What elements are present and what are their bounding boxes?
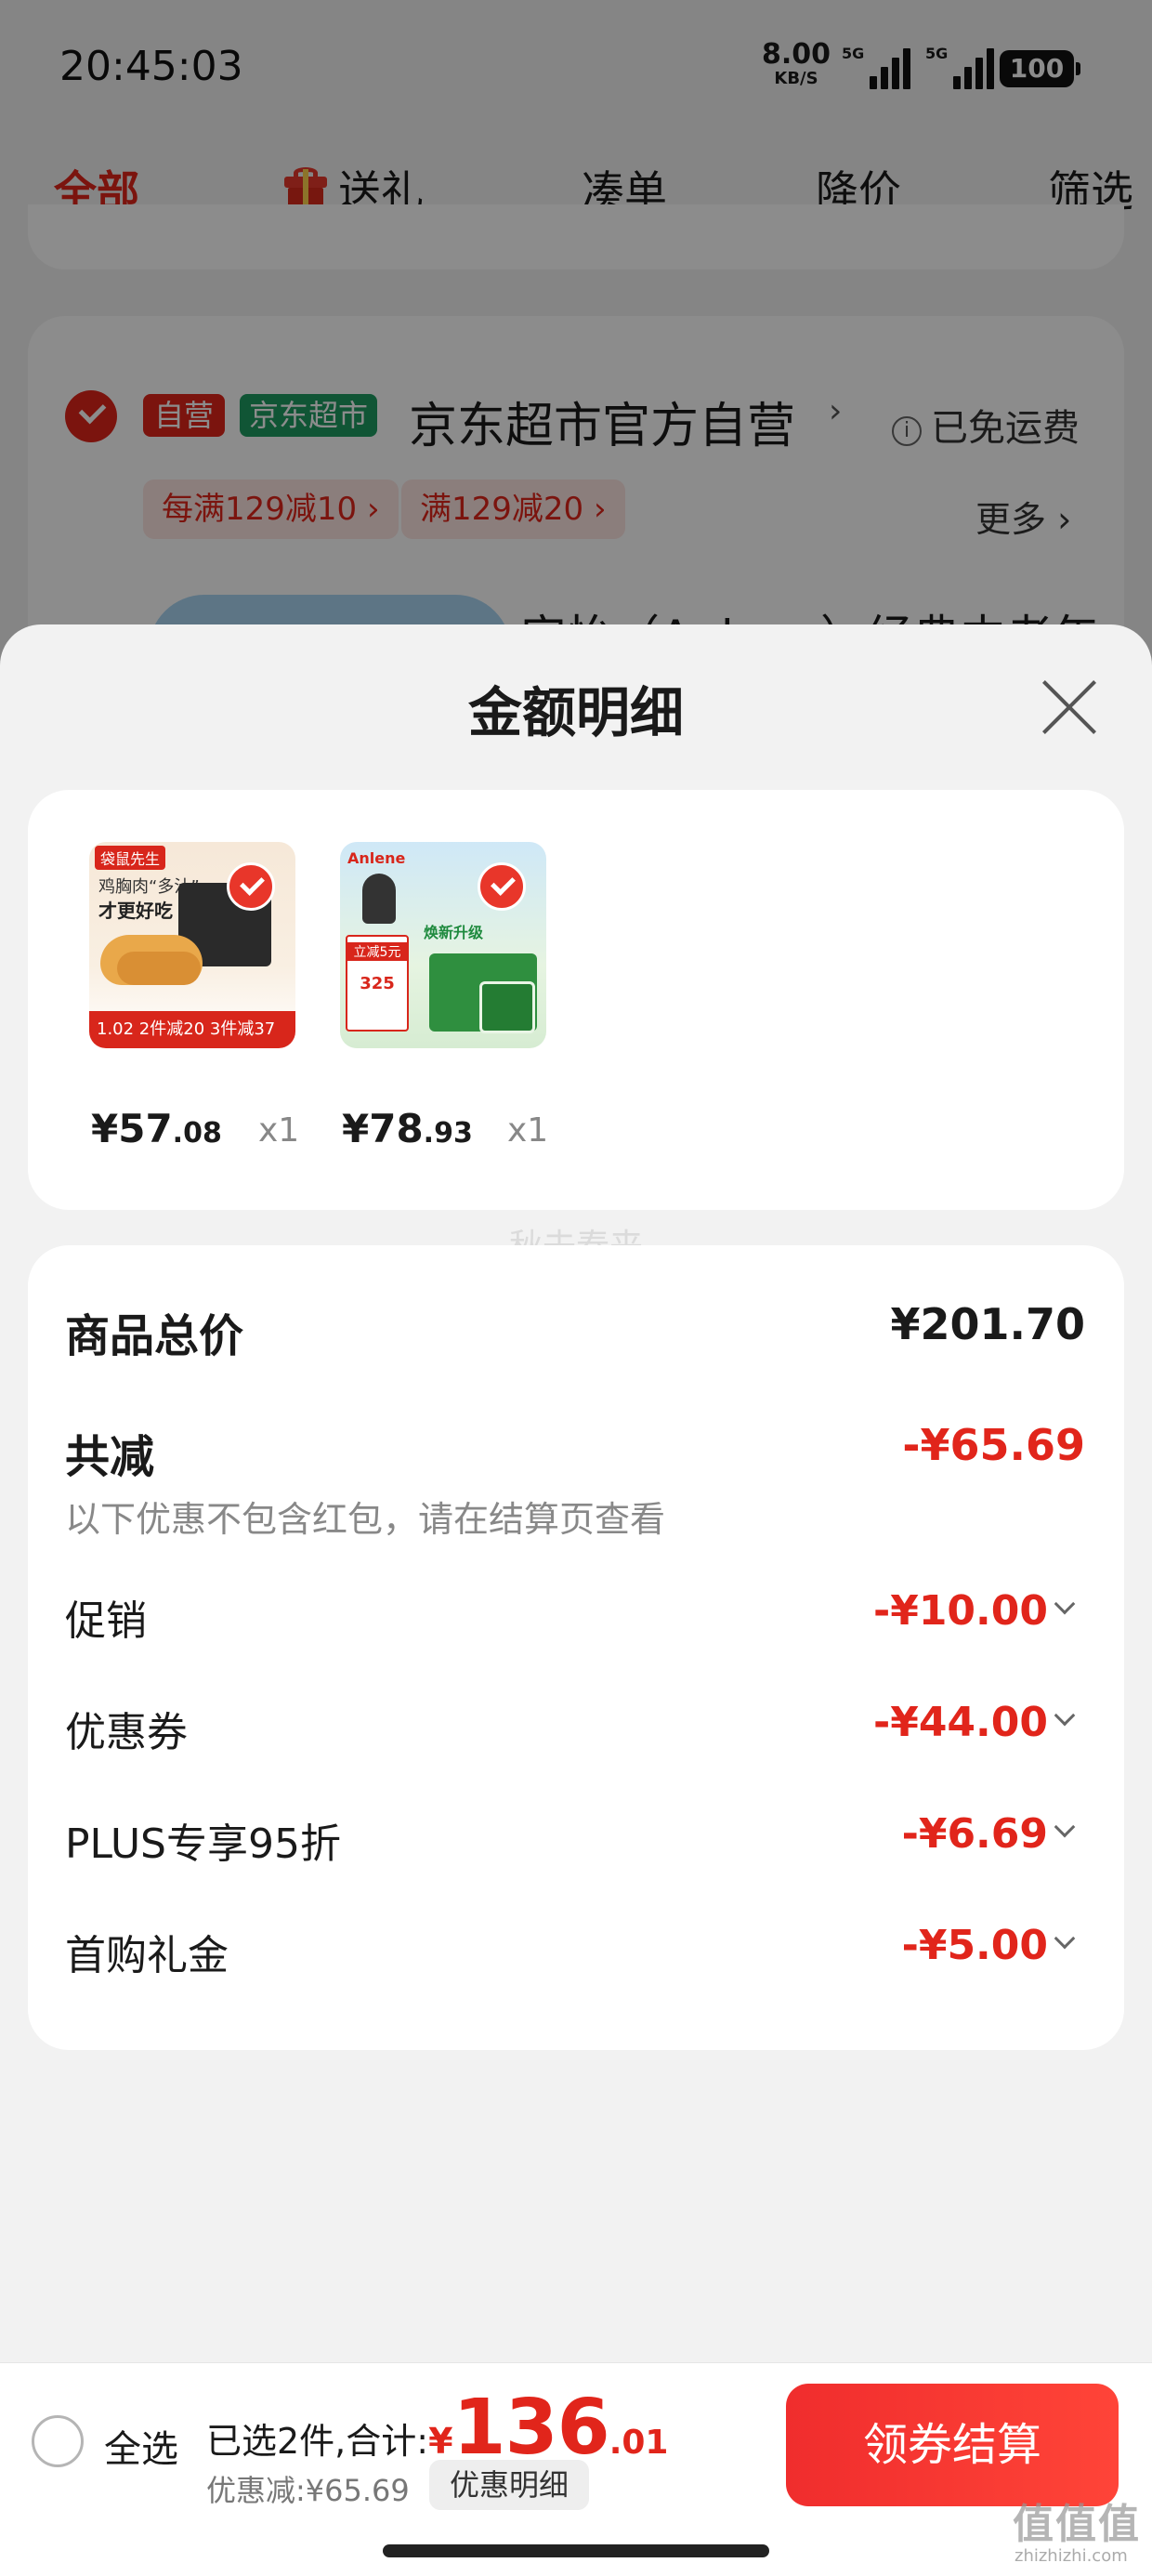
sheet-title: 金额明细 xyxy=(467,681,684,744)
select-all-label[interactable]: 全选 xyxy=(104,2419,178,2473)
discount-value[interactable]: -¥10.00 xyxy=(873,1587,1048,1635)
product-thumbnail[interactable]: 袋鼠先生 鸡胸肉“多汁” 才更好吃 1.02 2件减20 3件减37 xyxy=(89,842,295,1048)
reduction-note: 以下优惠不包含红包，请在结算页查看 xyxy=(65,1499,666,1540)
select-all-checkbox[interactable] xyxy=(32,2415,84,2467)
thumb-promo-bar: 1.02 2件减20 3件减37 xyxy=(89,1011,295,1048)
checkout-button[interactable]: 领券结算 xyxy=(786,2384,1119,2506)
discount-label: 促销 xyxy=(65,1597,147,1645)
selected-count-label: 已选2件,合计: xyxy=(206,2421,429,2462)
check-icon xyxy=(478,862,526,911)
total-amount: 136 xyxy=(452,2384,610,2472)
discount-label: PLUS专享95折 xyxy=(65,1820,341,1868)
discount-value[interactable]: -¥44.00 xyxy=(873,1699,1048,1746)
product-thumbnail[interactable]: Anlene 焕新升级 立减5元 325 xyxy=(340,842,546,1048)
selected-items-card: 袋鼠先生 鸡胸肉“多汁” 才更好吃 1.02 2件减20 3件减37 ¥57.0… xyxy=(28,790,1124,1210)
price-breakdown-card: 商品总价 ¥201.70 共减 -¥65.69 以下优惠不包含红包，请在结算页查… xyxy=(28,1245,1124,2050)
thumb-brand: Anlene xyxy=(347,849,406,867)
thumb-text: 焕新升级 xyxy=(424,924,484,941)
chevron-down-icon[interactable] xyxy=(1054,1704,1076,1727)
check-icon xyxy=(227,862,275,911)
home-indicator[interactable] xyxy=(383,2544,769,2557)
discount-label: 优惠券 xyxy=(65,1709,188,1756)
total-reduction-label: 共减 xyxy=(65,1431,155,1483)
item-quantity: x1 xyxy=(507,1111,549,1150)
item-quantity: x1 xyxy=(258,1111,300,1150)
total-price-value: ¥201.70 xyxy=(890,1299,1085,1349)
site-watermark-url: zhizhizhi.com xyxy=(1015,2546,1128,2566)
thumb-text: 325 xyxy=(360,974,395,993)
site-watermark-logo: 值值值 xyxy=(1013,2501,1141,2548)
chevron-down-icon[interactable] xyxy=(1054,1816,1076,1838)
discount-value[interactable]: -¥5.00 xyxy=(902,1922,1048,1969)
saved-amount: 优惠减:¥65.69 xyxy=(206,2473,410,2508)
discount-detail-button[interactable]: 优惠明细 xyxy=(429,2460,590,2510)
amount-detail-sheet: 金额明细 袋鼠先生 鸡胸肉“多汁” 才更好吃 1.02 2件减20 3件减37 … xyxy=(0,624,1152,2576)
thumb-brand: 袋鼠先生 xyxy=(95,846,166,870)
total-reduction-value: -¥65.69 xyxy=(902,1420,1085,1470)
chevron-down-icon[interactable] xyxy=(1054,1927,1076,1950)
order-total: 已选2件,合计:¥136.01 xyxy=(206,2384,668,2472)
total-price-label: 商品总价 xyxy=(65,1310,244,1362)
thumb-text: 立减5元 xyxy=(347,942,407,961)
item-price: ¥78.93 xyxy=(342,1106,473,1151)
total-amount-decimal: .01 xyxy=(609,2424,669,2462)
currency-symbol: ¥ xyxy=(428,2421,453,2462)
item-price: ¥57.08 xyxy=(91,1106,222,1151)
discount-value[interactable]: -¥6.69 xyxy=(902,1810,1048,1858)
discount-label: 首购礼金 xyxy=(65,1932,229,1979)
close-icon[interactable] xyxy=(1039,677,1100,738)
thumb-text: 才更好吃 xyxy=(98,900,173,922)
chevron-down-icon[interactable] xyxy=(1054,1593,1076,1615)
